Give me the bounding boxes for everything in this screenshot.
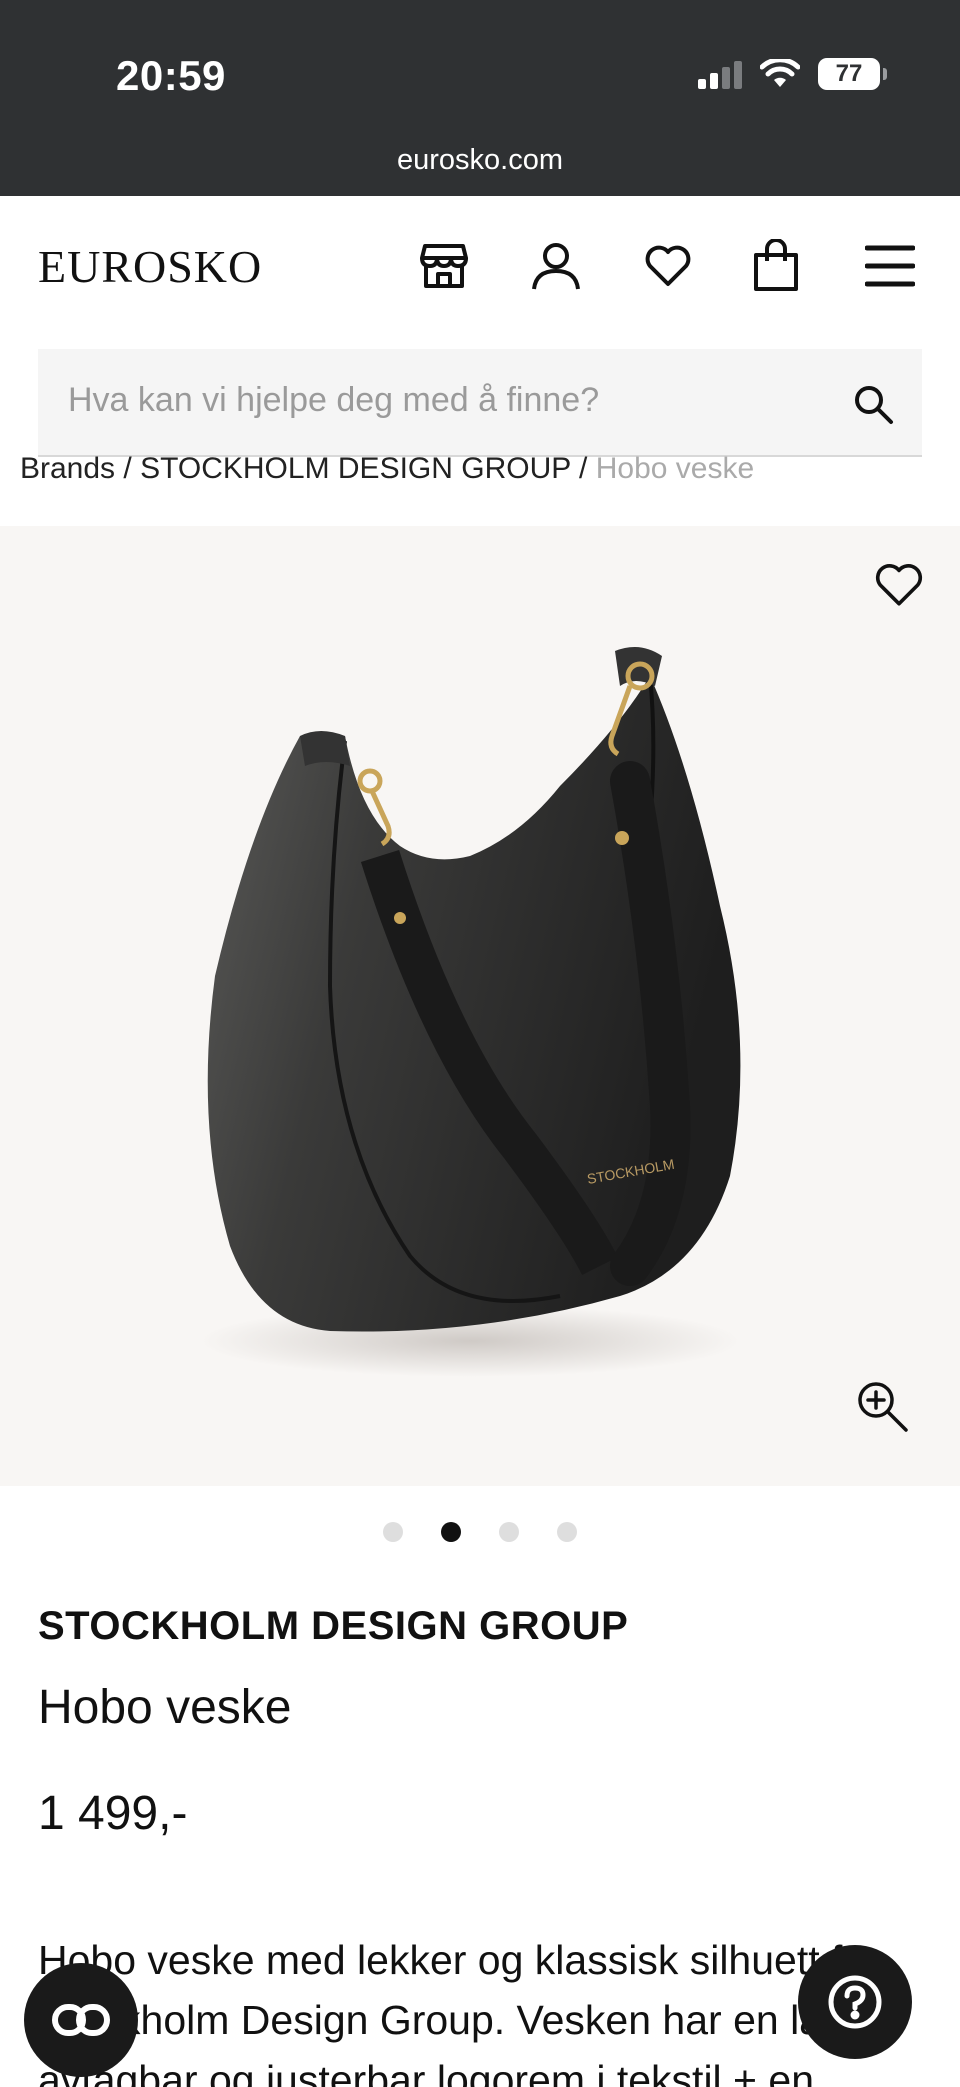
browser-status-bar: 20:59 77 eurosko.com xyxy=(0,0,960,196)
zoom-in-icon[interactable] xyxy=(854,1378,910,1434)
product-image-gallery[interactable]: STOCKHOLM xyxy=(0,526,960,1486)
search-field[interactable]: Hva kan vi hjelpe deg med å finne? xyxy=(38,349,922,457)
heart-icon[interactable] xyxy=(640,238,696,294)
breadcrumb-item-brand[interactable]: STOCKHOLM DESIGN GROUP xyxy=(140,452,571,482)
breadcrumb-current: Hobo veske xyxy=(595,452,755,482)
wifi-icon xyxy=(760,59,800,87)
user-icon[interactable] xyxy=(528,238,584,294)
address-bar-url[interactable]: eurosko.com xyxy=(0,144,960,177)
product-brand[interactable]: STOCKHOLM DESIGN GROUP xyxy=(38,1604,628,1649)
breadcrumb-item-brands[interactable]: Brands xyxy=(20,452,115,482)
help-question-icon xyxy=(828,1975,882,2029)
bag-icon[interactable] xyxy=(748,238,804,294)
battery-icon: 77 xyxy=(818,58,887,90)
breadcrumb: Brands / STOCKHOLM DESIGN GROUP / Hobo v… xyxy=(20,452,754,482)
search-icon[interactable] xyxy=(852,383,894,425)
product-price: 1 499,- xyxy=(38,1787,188,1840)
product-name: Hobo veske xyxy=(38,1681,292,1734)
status-icons: 77 xyxy=(698,58,887,90)
product-image: STOCKHOLM xyxy=(200,647,741,1377)
breadcrumb-separator: / xyxy=(570,452,596,482)
carousel-dot-3[interactable] xyxy=(499,1522,519,1542)
product-description: Hobo veske med lekker og klassisk silhue… xyxy=(38,1937,879,2087)
store-icon[interactable] xyxy=(416,238,472,294)
carousel-dot-4[interactable] xyxy=(557,1522,577,1542)
carousel-pagination xyxy=(0,1522,960,1542)
accessibility-button[interactable] xyxy=(24,1963,138,2077)
carousel-dot-2-active[interactable] xyxy=(441,1522,461,1542)
add-to-favorites-icon[interactable] xyxy=(874,562,924,608)
cellular-signal-icon xyxy=(698,59,742,89)
search-input[interactable]: Hva kan vi hjelpe deg med å finne? xyxy=(68,381,599,420)
menu-icon[interactable] xyxy=(862,238,918,294)
help-button[interactable] xyxy=(798,1945,912,2059)
carousel-dot-1[interactable] xyxy=(383,1522,403,1542)
site-logo[interactable]: EUROSKO xyxy=(38,240,262,293)
breadcrumb-separator: / xyxy=(115,452,141,482)
site-header: EUROSKO xyxy=(0,196,960,336)
status-time: 20:59 xyxy=(116,52,226,99)
accessibility-link-icon xyxy=(52,2004,110,2036)
